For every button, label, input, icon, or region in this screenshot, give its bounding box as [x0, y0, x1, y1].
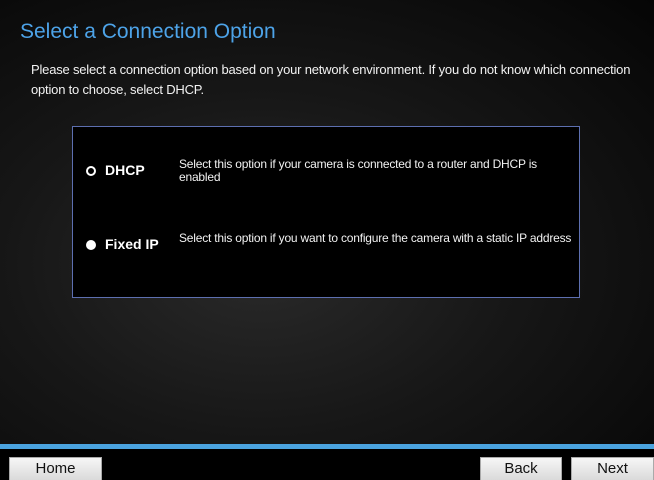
dhcp-label[interactable]: DHCP — [105, 162, 145, 178]
fixed-ip-description: Select this option if you want to config… — [179, 231, 572, 245]
option-dhcp[interactable]: DHCP Select this option if your camera i… — [73, 157, 579, 197]
dhcp-radio[interactable] — [86, 166, 96, 176]
footer-bar: Home Back Next — [0, 449, 654, 480]
home-button[interactable]: Home — [9, 457, 102, 480]
connection-options-panel: DHCP Select this option if your camera i… — [72, 126, 580, 298]
option-fixed-ip[interactable]: Fixed IP Select this option if you want … — [73, 231, 579, 271]
page-title: Select a Connection Option — [20, 20, 276, 43]
next-button[interactable]: Next — [571, 457, 654, 480]
dhcp-description: Select this option if your camera is con… — [179, 157, 537, 184]
fixed-ip-radio[interactable] — [86, 240, 96, 250]
intro-text: Please select a connection option based … — [31, 62, 631, 97]
back-button[interactable]: Back — [480, 457, 562, 480]
wizard-screen: Select a Connection Option Please select… — [0, 0, 654, 480]
fixed-ip-label[interactable]: Fixed IP — [105, 236, 159, 252]
